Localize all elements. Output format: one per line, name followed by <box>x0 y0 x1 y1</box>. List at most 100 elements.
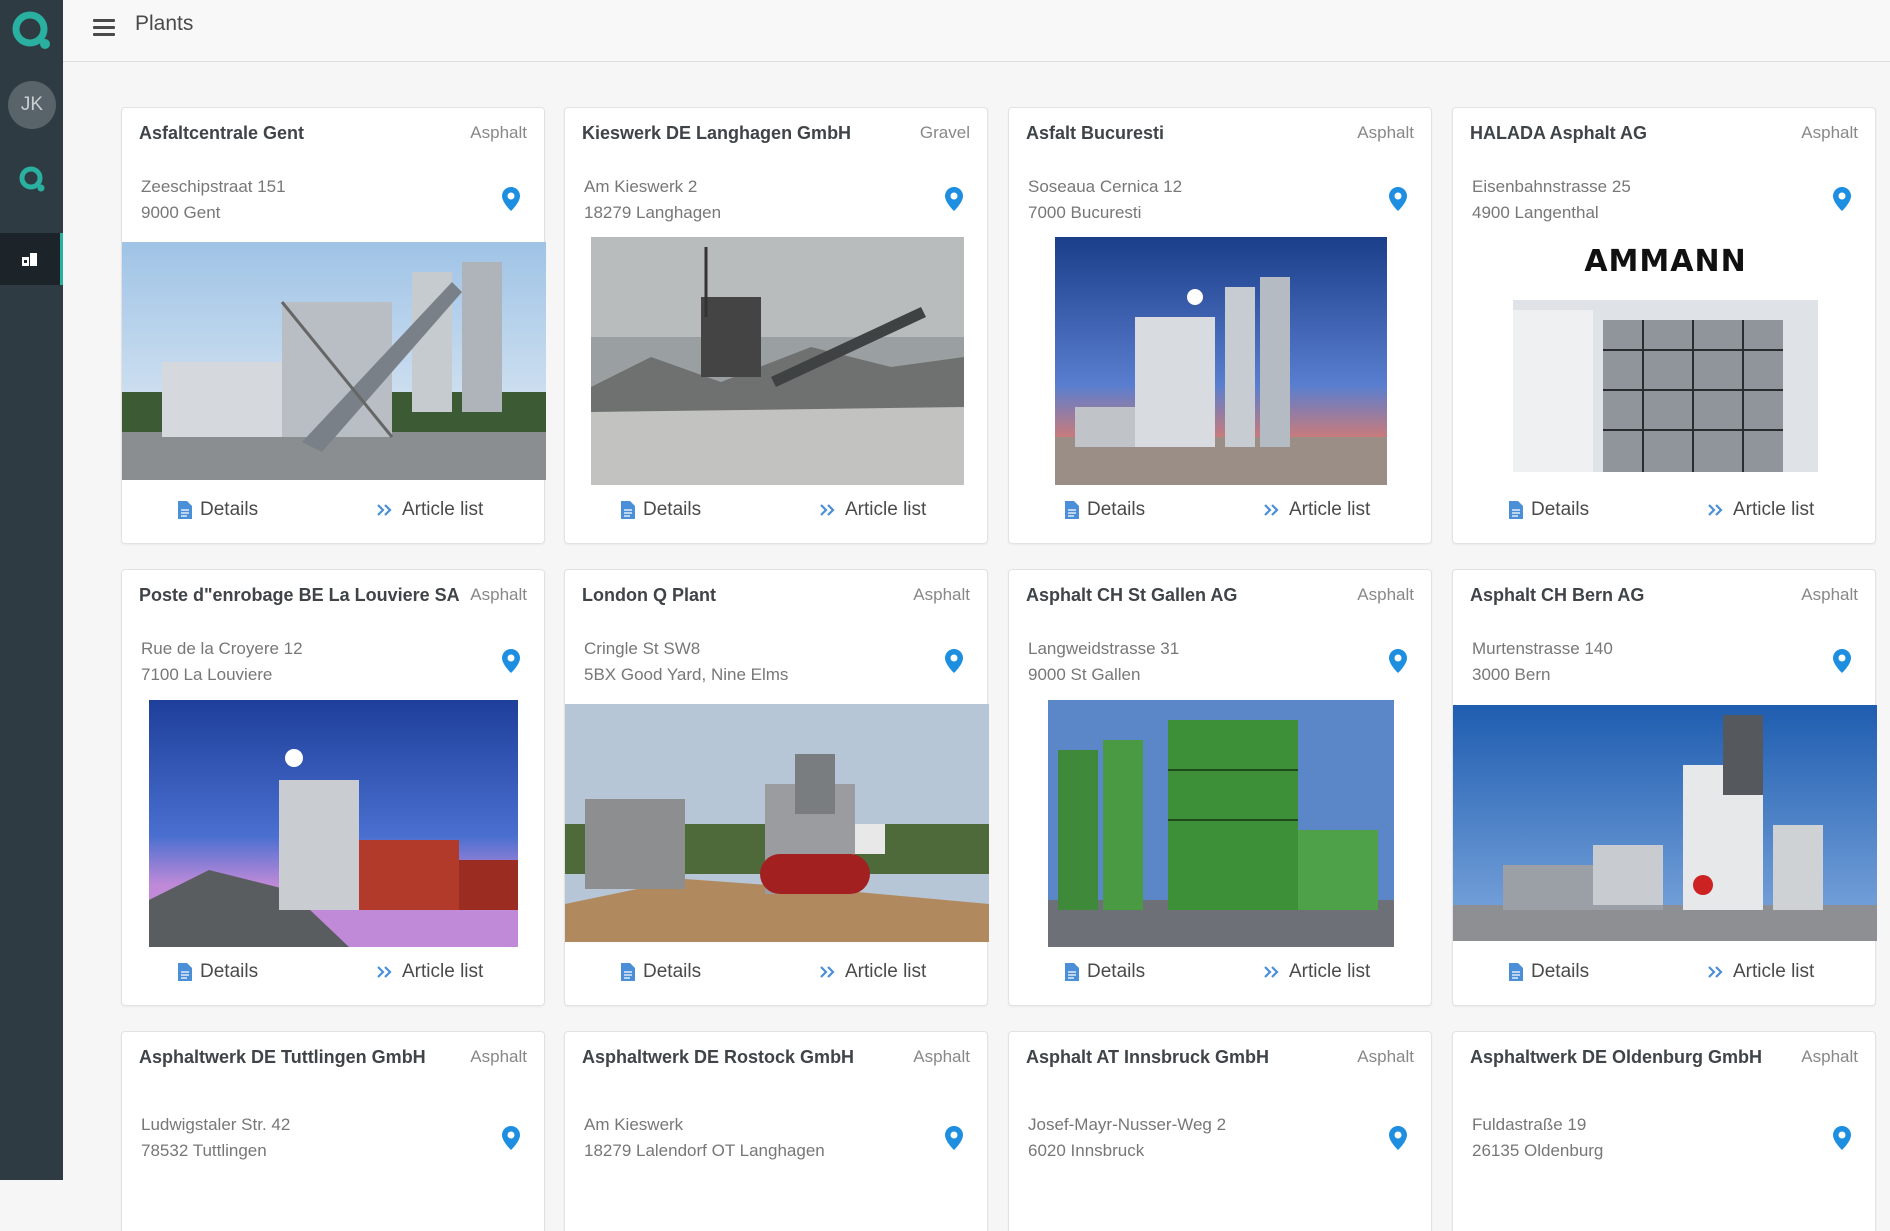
address-street: Murtenstrasse 140 <box>1472 639 1613 658</box>
details-label: Details <box>1531 499 1590 520</box>
details-label: Details <box>1087 499 1146 520</box>
plant-name: Asphaltwerk DE Oldenburg GmbH <box>1470 1047 1763 1067</box>
double-chevron-right-icon <box>820 966 835 978</box>
address-city: 5BX Good Yard, Nine Elms <box>584 665 789 684</box>
details-button[interactable]: Details <box>1509 961 1589 983</box>
article-list-button[interactable]: Article list <box>376 961 483 983</box>
plant-name: London Q Plant <box>582 585 716 605</box>
plant-type: Asphalt <box>1357 123 1414 142</box>
details-button[interactable]: Details <box>1509 499 1589 521</box>
avatar[interactable]: JK <box>8 81 56 129</box>
article-list-button[interactable]: Article list <box>1707 499 1814 521</box>
double-chevron-right-icon <box>1264 966 1279 978</box>
address-city: 78532 Tuttlingen <box>141 1141 267 1160</box>
brand-logo: AMMANN <box>1584 244 1747 279</box>
details-button[interactable]: Details <box>1065 961 1145 983</box>
plant-card: Asfaltcentrale Gent Asphalt Zeeschipstra… <box>121 107 546 544</box>
plant-name: Asphaltwerk DE Tuttlingen GmbH <box>139 1047 426 1067</box>
map-pin-icon[interactable] <box>945 1126 963 1150</box>
plant-address: Murtenstrasse 140 3000 Bern <box>1472 636 1613 688</box>
document-icon <box>1065 501 1079 519</box>
menu-icon[interactable] <box>93 16 115 38</box>
document-icon <box>621 501 635 519</box>
card-actions: Details Article list <box>1009 499 1431 529</box>
address-street: Am Kieswerk 2 <box>584 177 698 196</box>
q-logo-icon <box>19 166 44 192</box>
plant-type: Asphalt <box>1357 1047 1414 1066</box>
plant-address: Eisenbahnstrasse 25 4900 Langenthal <box>1472 174 1631 226</box>
article-list-button[interactable]: Article list <box>376 499 483 521</box>
plant-card: Asphalt CH Bern AG Asphalt Murtenstrasse… <box>1452 569 1877 1006</box>
address-street: Zeeschipstraat 151 <box>141 177 286 196</box>
plant-type: Asphalt <box>1801 1047 1858 1066</box>
article-list-button[interactable]: Article list <box>1263 499 1370 521</box>
sidebar: JK <box>0 0 63 1180</box>
address-city: 18279 Lalendorf OT Langhagen <box>584 1141 825 1160</box>
map-pin-icon[interactable] <box>945 187 963 211</box>
map-pin-icon[interactable] <box>1389 1126 1407 1150</box>
card-actions: Details Article list <box>122 961 544 991</box>
plant-name: Kieswerk DE Langhagen GmbH <box>582 123 852 143</box>
plant-type: Asphalt <box>1357 585 1414 604</box>
article-list-button[interactable]: Article list <box>1263 961 1370 983</box>
plant-name: Asphalt AT Innsbruck GmbH <box>1026 1047 1270 1067</box>
article-list-label: Article list <box>402 961 484 982</box>
map-pin-icon[interactable] <box>1389 649 1407 673</box>
map-pin-icon[interactable] <box>1389 187 1407 211</box>
logo-icon <box>12 11 50 49</box>
article-list-button[interactable]: Article list <box>819 961 926 983</box>
map-pin-icon[interactable] <box>502 1126 520 1150</box>
plant-address: Am Kieswerk 2 18279 Langhagen <box>584 174 721 226</box>
article-list-button[interactable]: Article list <box>819 499 926 521</box>
map-pin-icon[interactable] <box>502 187 520 211</box>
plant-address: Langweidstrasse 31 9000 St Gallen <box>1028 636 1179 688</box>
plant-address: Cringle St SW8 5BX Good Yard, Nine Elms <box>584 636 788 688</box>
app-logo[interactable] <box>0 0 63 62</box>
card-actions: Details Article list <box>1453 961 1875 991</box>
top-bar: Plants <box>63 0 1890 62</box>
details-label: Details <box>1087 961 1146 982</box>
map-pin-icon[interactable] <box>1833 187 1851 211</box>
document-icon <box>1509 963 1523 981</box>
plant-photo <box>1048 700 1394 947</box>
map-pin-icon[interactable] <box>1833 649 1851 673</box>
plant-card: Asphaltwerk DE Rostock GmbH Asphalt Am K… <box>564 1031 988 1231</box>
details-button[interactable]: Details <box>178 499 258 521</box>
plant-card: Poste d"enrobage BE La Louviere SA Aspha… <box>121 569 545 1006</box>
article-list-label: Article list <box>1733 499 1815 520</box>
page-title: Plants <box>135 12 194 35</box>
double-chevron-right-icon <box>820 504 835 516</box>
document-icon <box>1065 963 1079 981</box>
address-street: Soseaua Cernica 12 <box>1028 177 1183 196</box>
plant-card: Asphaltwerk DE Oldenburg GmbH Asphalt Fu… <box>1452 1031 1876 1231</box>
plant-photo <box>1453 705 1877 941</box>
details-label: Details <box>200 499 259 520</box>
article-list-label: Article list <box>1733 961 1815 982</box>
address-city: 26135 Oldenburg <box>1472 1141 1604 1160</box>
address-street: Am Kieswerk <box>584 1115 684 1134</box>
plant-address: Josef-Mayr-Nusser-Weg 2 6020 Innsbruck <box>1028 1112 1226 1164</box>
plant-name: Poste d"enrobage BE La Louviere SA <box>139 585 460 605</box>
address-city: 4900 Langenthal <box>1472 203 1599 222</box>
map-pin-icon[interactable] <box>1833 1126 1851 1150</box>
details-button[interactable]: Details <box>178 961 258 983</box>
address-city: 18279 Langhagen <box>584 203 722 222</box>
plant-address: Ludwigstaler Str. 42 78532 Tuttlingen <box>141 1112 290 1164</box>
map-pin-icon[interactable] <box>945 649 963 673</box>
map-pin-icon[interactable] <box>502 649 520 673</box>
sidebar-item-plants[interactable] <box>0 233 63 285</box>
details-button[interactable]: Details <box>1065 499 1145 521</box>
article-list-button[interactable]: Article list <box>1707 961 1814 983</box>
plant-type: Asphalt <box>470 123 527 142</box>
details-button[interactable]: Details <box>621 961 701 983</box>
address-city: 7000 Bucuresti <box>1028 203 1142 222</box>
details-label: Details <box>1531 961 1590 982</box>
plant-address: Am Kieswerk 18279 Lalendorf OT Langhagen <box>584 1112 825 1164</box>
address-street: Cringle St SW8 <box>584 639 701 658</box>
sidebar-item-home[interactable] <box>0 156 63 202</box>
details-label: Details <box>643 961 702 982</box>
plant-type: Asphalt <box>470 1047 527 1066</box>
details-label: Details <box>200 961 259 982</box>
plant-card: Asphalt AT Innsbruck GmbH Asphalt Josef-… <box>1008 1031 1432 1231</box>
details-button[interactable]: Details <box>621 499 701 521</box>
